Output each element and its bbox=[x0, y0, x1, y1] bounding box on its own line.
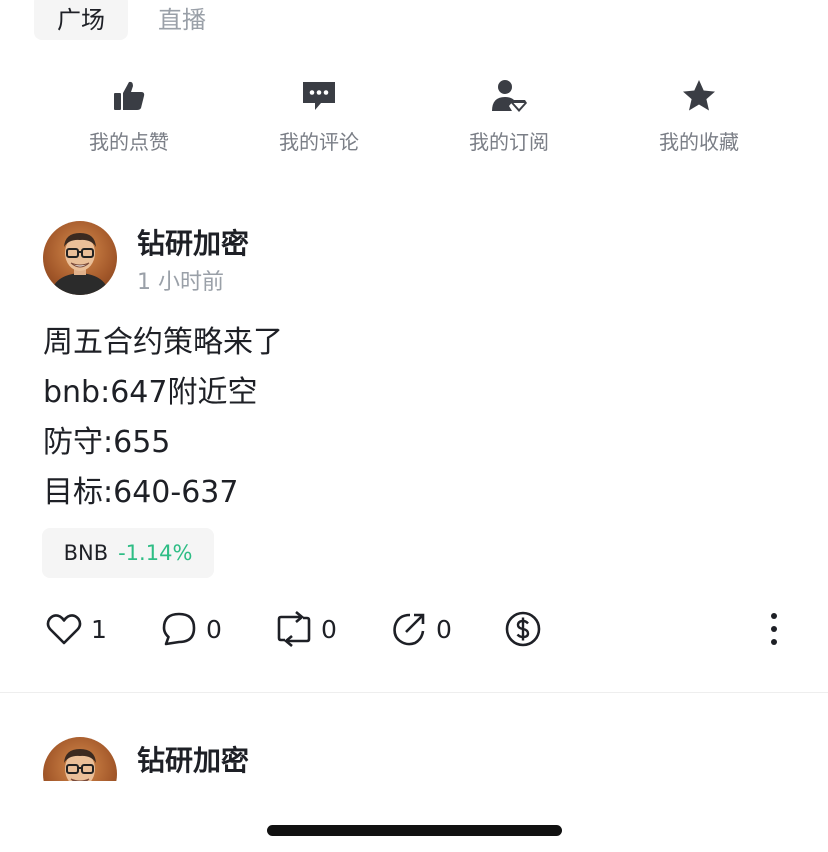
star-icon bbox=[679, 76, 719, 116]
post-content-line: 周五合约策略来了 bbox=[43, 325, 283, 360]
repost-icon bbox=[277, 611, 311, 647]
post-content[interactable]: 周五合约策略来了 bnb:647附近空 防守:655 目标:640-637 bbox=[43, 318, 283, 518]
share-count: 0 bbox=[436, 614, 452, 644]
my-favorites-button[interactable]: 我的收藏 bbox=[619, 76, 779, 155]
post-author[interactable]: 钻研加密 bbox=[137, 222, 249, 262]
my-comments-label: 我的评论 bbox=[279, 130, 359, 154]
dollar-coin-icon bbox=[505, 611, 541, 647]
share-icon bbox=[393, 613, 425, 646]
heart-icon bbox=[46, 614, 82, 645]
share-button[interactable]: 0 bbox=[390, 608, 452, 650]
comment-count: 0 bbox=[206, 614, 222, 644]
subscription-icon bbox=[489, 76, 529, 116]
tab-live[interactable]: 直播 bbox=[158, 0, 206, 40]
post-timestamp: 1 小时前 bbox=[137, 270, 224, 295]
more-vertical-icon bbox=[771, 613, 777, 645]
my-subscriptions-label: 我的订阅 bbox=[469, 130, 549, 154]
like-button[interactable]: 1 bbox=[45, 608, 107, 650]
my-likes-label: 我的点赞 bbox=[89, 130, 169, 154]
comment-icon bbox=[299, 76, 339, 116]
tip-button[interactable] bbox=[504, 608, 542, 650]
post-content-line: 防守:655 bbox=[43, 425, 171, 460]
coin-symbol: BNB bbox=[63, 541, 109, 565]
avatar-portrait-icon bbox=[64, 749, 96, 781]
more-options-button[interactable] bbox=[760, 610, 788, 654]
repost-button[interactable]: 0 bbox=[275, 608, 337, 650]
my-subscriptions-button[interactable]: 我的订阅 bbox=[429, 76, 589, 155]
home-indicator[interactable] bbox=[267, 825, 562, 836]
comment-bubble-icon bbox=[162, 612, 196, 646]
post-content-line: 目标:640-637 bbox=[43, 475, 239, 510]
repost-count: 0 bbox=[321, 614, 337, 644]
avatar-clip bbox=[43, 737, 117, 781]
comment-button[interactable]: 0 bbox=[160, 608, 222, 650]
avatar-portrait-icon bbox=[51, 233, 109, 295]
post-content-line: bnb:647附近空 bbox=[43, 375, 258, 410]
post-author[interactable]: 钻研加密 bbox=[137, 739, 249, 779]
like-count: 1 bbox=[91, 614, 107, 644]
my-comments-button[interactable]: 我的评论 bbox=[239, 76, 399, 155]
coin-tag[interactable]: BNB -1.14% bbox=[42, 528, 214, 578]
thumbs-up-icon bbox=[109, 76, 149, 116]
my-favorites-label: 我的收藏 bbox=[659, 130, 739, 154]
tab-square[interactable]: 广场 bbox=[34, 0, 128, 40]
my-likes-button[interactable]: 我的点赞 bbox=[49, 76, 209, 155]
avatar[interactable] bbox=[43, 737, 117, 781]
avatar[interactable] bbox=[43, 221, 117, 295]
coin-price-change: -1.14% bbox=[118, 541, 193, 565]
post-divider bbox=[0, 692, 828, 693]
